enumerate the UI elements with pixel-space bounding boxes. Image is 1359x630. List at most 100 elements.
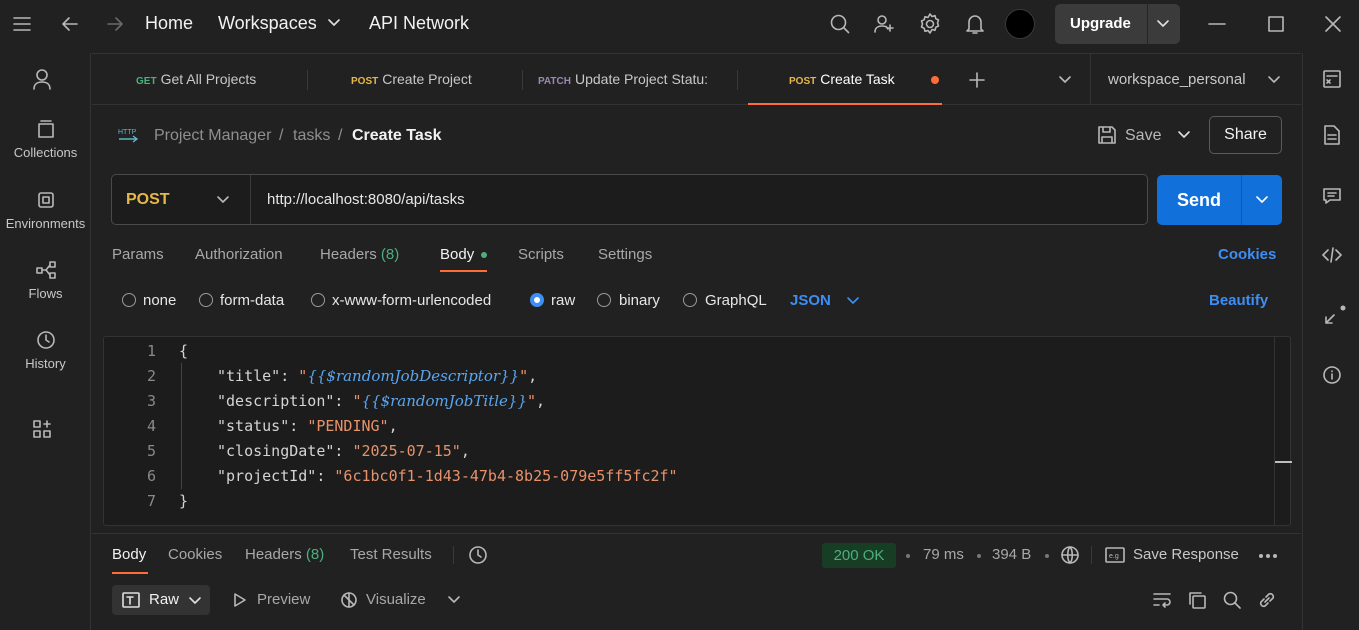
radio-none[interactable] [122,293,136,307]
breadcrumb-collection[interactable]: Project Manager [154,127,271,145]
forward-arrow-icon[interactable] [105,14,125,34]
environments-icon [0,190,91,210]
sidebar-item-environments[interactable]: Environments [0,190,91,231]
tab-headers[interactable]: Headers (8) [320,246,399,263]
environment-quick-look-icon[interactable] [1322,69,1342,89]
response-history-icon[interactable] [467,545,489,565]
network-globe-icon[interactable] [1060,545,1080,565]
tab-label: Create Task [820,71,895,87]
request-tab-strip: GET Get All Projects POST Create Project P… [92,53,1301,105]
radio-urlencoded[interactable] [311,293,325,307]
tab-params[interactable]: Params [112,246,164,263]
more-options-icon[interactable] [1258,553,1278,559]
nav-home[interactable]: Home [145,13,193,34]
workspace-selector[interactable]: workspace_personal [1108,71,1246,88]
maximize-icon[interactable] [1267,15,1285,33]
tab-body[interactable]: Body [440,246,474,263]
scrollbar-thumb[interactable] [1275,461,1292,463]
breadcrumb-folder[interactable]: tasks [293,127,330,145]
active-tab-indicator [440,270,487,272]
radio-form-data[interactable] [199,293,213,307]
account-icon[interactable] [32,68,52,90]
response-time[interactable]: 79 ms [923,546,964,563]
history-icon [0,330,91,350]
tab-create-task[interactable]: POST Create Task [748,54,942,105]
add-apps-icon[interactable] [32,419,52,439]
tab-label: Update Project Statu: [574,71,709,87]
line-number: 2 [146,367,156,385]
response-tab-test-results[interactable]: Test Results [350,546,432,563]
chevron-down-icon[interactable] [846,296,860,306]
save-button[interactable]: Save [1125,127,1161,145]
notifications-bell-icon[interactable] [964,12,986,36]
save-options-chevron-icon[interactable] [1177,130,1191,140]
comments-icon[interactable] [1322,186,1342,206]
beautify-button[interactable]: Beautify [1209,292,1268,309]
active-tab-indicator [112,572,148,574]
wrap-lines-icon[interactable] [1152,590,1172,610]
response-tab-cookies[interactable]: Cookies [168,546,222,563]
tabs-overflow-chevron-icon[interactable] [1058,75,1072,85]
nav-api-network[interactable]: API Network [369,13,469,34]
related-collections-icon[interactable] [1322,305,1346,327]
save-icon[interactable] [1097,125,1117,145]
radio-binary[interactable] [597,293,611,307]
preview-button[interactable]: Preview [257,591,310,608]
body-format-select[interactable]: JSON [790,292,831,309]
avatar[interactable] [1005,9,1035,39]
response-tab-headers[interactable]: Headers (8) [245,546,324,563]
settings-gear-icon[interactable] [918,12,942,36]
documentation-icon[interactable] [1323,124,1341,146]
method-select[interactable]: POST [112,175,251,224]
raw-view-select[interactable]: Raw [112,585,210,615]
visualize-button[interactable]: Visualize [366,591,426,608]
share-button[interactable]: Share [1209,116,1282,154]
code-snippet-icon[interactable] [1321,246,1343,264]
radio-none-label: none [143,292,177,309]
send-options-chevron-icon[interactable] [1255,195,1269,205]
nav-workspaces[interactable]: Workspaces [218,13,317,34]
response-size[interactable]: 394 B [992,546,1031,563]
copy-icon[interactable] [1187,590,1207,610]
sidebar-item-flows[interactable]: Flows [0,260,91,301]
radio-form-data-label: form-data [220,292,285,309]
visualize-chevron-down-icon[interactable] [447,595,461,605]
tab-update-project-status[interactable]: PATCH Update Project Statu: [538,54,718,105]
body-code-editor[interactable]: 1 2 3 4 5 6 7 { "title": "{{$randomJobDe… [103,336,1292,526]
back-arrow-icon[interactable] [60,14,80,34]
new-tab-plus-icon[interactable] [968,71,986,89]
unsaved-dot-icon [931,76,939,84]
sidebar-item-collections[interactable]: Collections [0,119,91,160]
sidebar-item-history[interactable]: History [0,330,91,371]
tab-get-all-projects[interactable]: GET Get All Projects [136,54,316,105]
chevron-down-icon[interactable] [1267,75,1281,85]
chevron-down-icon[interactable] [1156,19,1170,29]
save-response-button[interactable]: Save Response [1133,546,1239,563]
invite-user-icon[interactable] [873,13,895,35]
search-icon[interactable] [829,13,851,35]
info-icon[interactable] [1322,365,1342,385]
search-icon[interactable] [1222,590,1242,610]
tab-scripts[interactable]: Scripts [518,246,564,263]
editor-scrollbar[interactable] [1274,337,1275,525]
menu-icon[interactable] [12,15,32,33]
url-input[interactable]: http://localhost:8080/api/tasks [267,191,465,208]
status-badge[interactable]: 200 OK [822,543,896,568]
method-badge: POST [351,76,379,87]
method-label: POST [126,191,170,208]
minimize-icon[interactable] [1208,16,1226,32]
link-icon[interactable] [1257,590,1277,610]
upgrade-button[interactable]: Upgrade [1055,4,1180,44]
cookies-link[interactable]: Cookies [1218,246,1276,263]
close-icon[interactable] [1324,15,1342,33]
tab-settings[interactable]: Settings [598,246,652,263]
response-tab-body[interactable]: Body [112,546,146,563]
breadcrumb-request[interactable]: Create Task [352,127,442,145]
method-badge: GET [136,76,157,87]
tab-create-project[interactable]: POST Create Project [351,54,531,105]
radio-raw[interactable] [530,293,544,307]
tab-authorization[interactable]: Authorization [195,246,283,263]
tab-headers-label: Headers [320,246,377,263]
send-button[interactable]: Send [1157,175,1282,225]
radio-graphql[interactable] [683,293,697,307]
